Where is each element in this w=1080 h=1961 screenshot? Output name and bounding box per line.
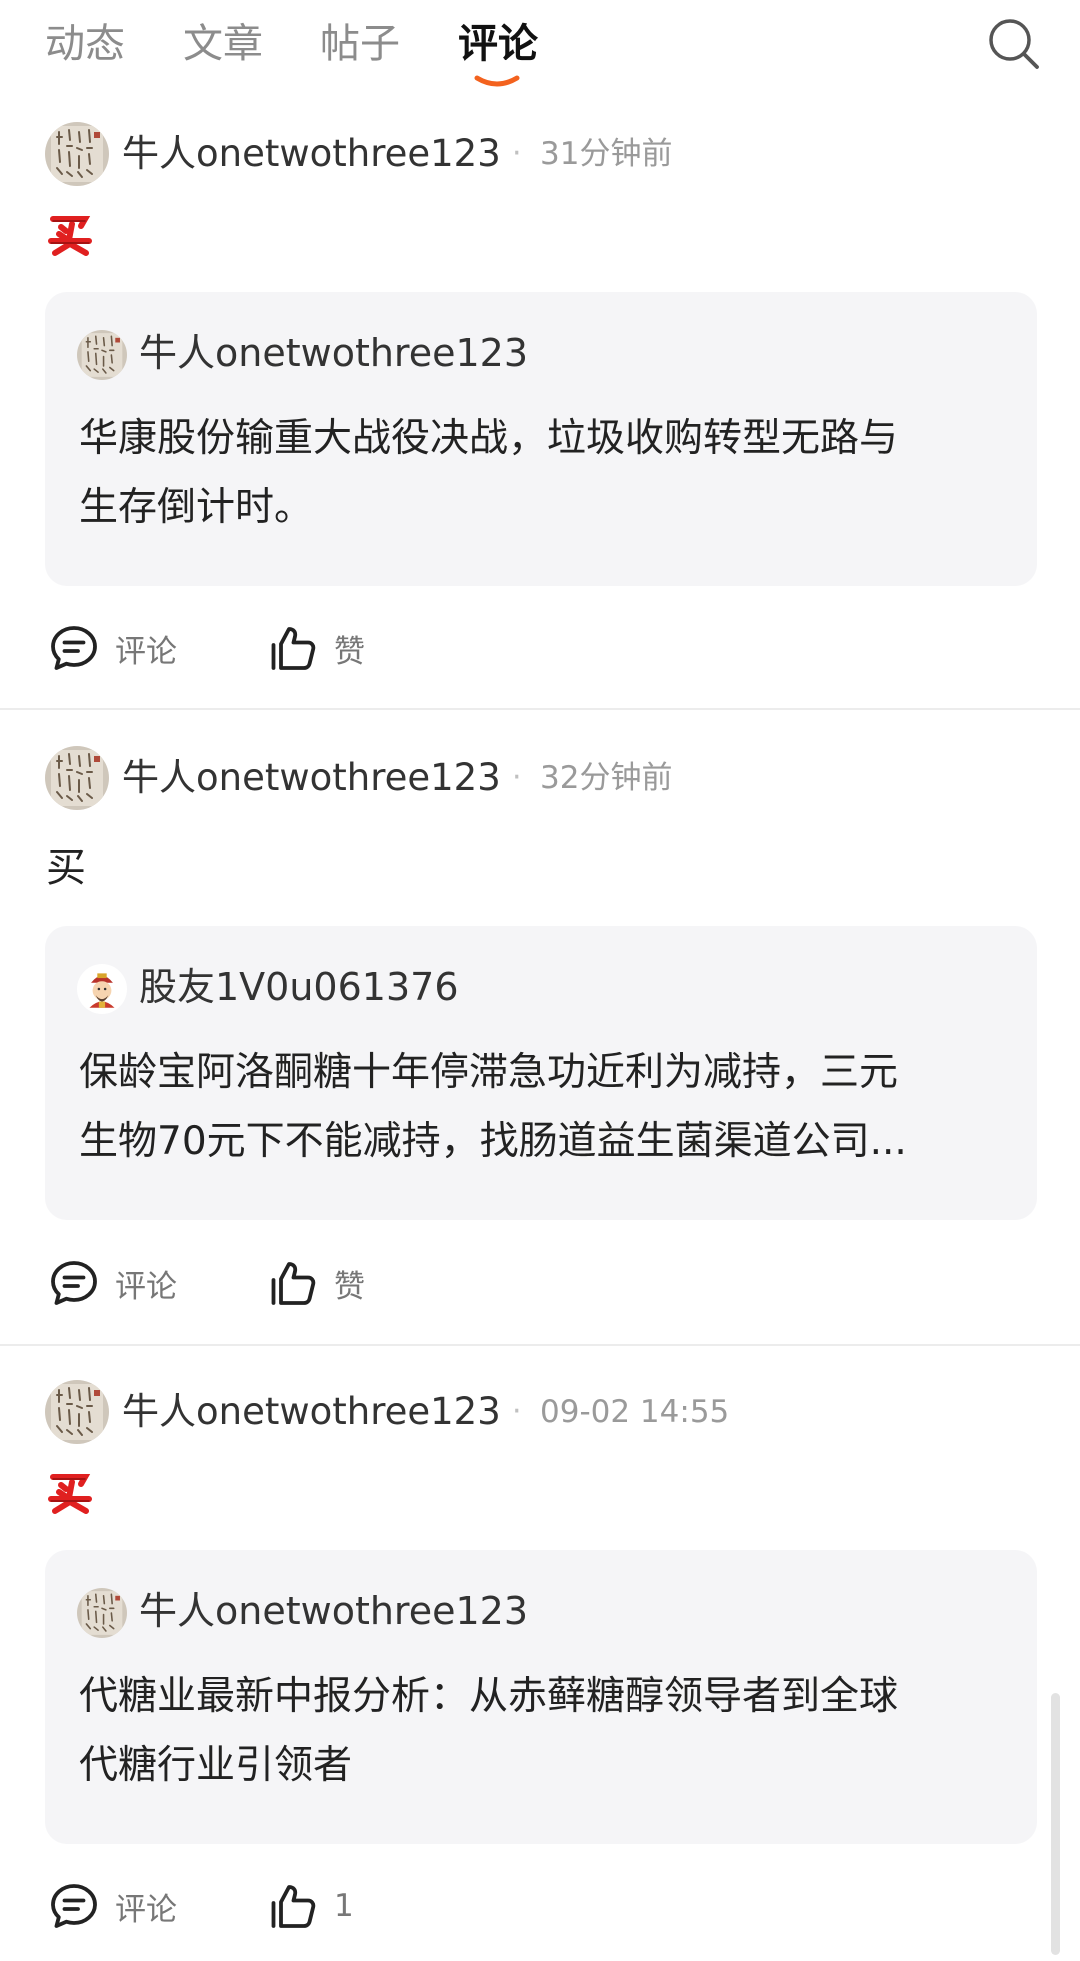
divider (0, 708, 1080, 710)
quoted-author-name: 牛人onetwothree123 (139, 331, 528, 375)
separator-dot: · (512, 1394, 522, 1429)
timestamp: 32分钟前 (540, 760, 673, 796)
quoted-author-name: 股友1V0u061376 (139, 965, 459, 1009)
quoted-text-line: 代糖行业引领者 (79, 1743, 353, 1788)
like-button[interactable]: 1 (268, 1876, 354, 1936)
scrollbar-thumb[interactable] (1051, 1693, 1060, 1955)
avatar[interactable] (45, 1380, 109, 1444)
quoted-author-avatar (77, 330, 127, 380)
top-tab-bar: 动态 文章 帖子 评论 (0, 0, 1080, 100)
tab-comments[interactable]: 评论 (458, 16, 538, 72)
like-label: 赞 (334, 1268, 365, 1305)
quoted-author-avatar (77, 964, 127, 1014)
tab-articles[interactable]: 文章 (183, 16, 263, 72)
timestamp: 09-02 14:55 (540, 1394, 730, 1430)
quoted-text-line: 保龄宝阿洛酮糖十年停滞急功近利为减持，三元 (79, 1050, 899, 1095)
like-button[interactable]: 赞 (268, 618, 365, 678)
quoted-text-line: 生存倒计时。 (79, 485, 314, 530)
comment-label: 评论 (115, 1268, 177, 1305)
like-count: 1 (334, 1888, 354, 1924)
comment-icon (49, 623, 99, 673)
like-label: 赞 (334, 633, 365, 670)
comment-icon (49, 1881, 99, 1931)
quoted-post-text: 华康股份输重大战役决战，垃圾收购转型无路与 生存倒计时。 (79, 404, 1009, 542)
quoted-author-avatar (77, 1588, 127, 1638)
search-icon[interactable] (986, 16, 1042, 72)
quoted-post[interactable]: 牛人onetwothree123 华康股份输重大战役决战，垃圾收购转型无路与 生… (45, 292, 1037, 586)
comment-button[interactable]: 评论 (49, 1876, 177, 1936)
comment-button[interactable]: 评论 (49, 618, 177, 678)
quoted-author-name: 牛人onetwothree123 (139, 1589, 528, 1633)
quoted-post[interactable]: 股友1V0u061376 保龄宝阿洛酮糖十年停滞急功近利为减持，三元 生物70元… (45, 926, 1037, 1220)
tab-dynamics[interactable]: 动态 (45, 16, 125, 72)
like-button[interactable]: 赞 (268, 1253, 365, 1313)
quoted-text-line: 代糖业最新中报分析：从赤藓糖醇领导者到全球 (79, 1674, 899, 1719)
comment-label: 评论 (115, 633, 177, 670)
buy-emoji-icon (48, 212, 92, 256)
quoted-post-text: 保龄宝阿洛酮糖十年停滞急功近利为减持，三元 生物70元下不能减持，找肠道益生菌渠… (79, 1038, 1009, 1176)
thumbs-up-icon (268, 1881, 318, 1931)
quoted-text-line: 生物70元下不能减持，找肠道益生菌渠道公司... (79, 1119, 907, 1164)
separator-dot: · (512, 136, 522, 171)
author-name[interactable]: 牛人onetwothree123 (122, 752, 501, 804)
quoted-text-line: 华康股份输重大战役决战，垃圾收购转型无路与 (79, 416, 899, 461)
author-name[interactable]: 牛人onetwothree123 (122, 1386, 501, 1438)
timestamp: 31分钟前 (540, 136, 673, 172)
tab-posts[interactable]: 帖子 (320, 16, 400, 72)
avatar[interactable] (45, 746, 109, 810)
quoted-post[interactable]: 牛人onetwothree123 代糖业最新中报分析：从赤藓糖醇领导者到全球 代… (45, 1550, 1037, 1844)
divider (0, 1344, 1080, 1346)
separator-dot: · (512, 760, 522, 795)
author-name[interactable]: 牛人onetwothree123 (122, 128, 501, 180)
quoted-post-text: 代糖业最新中报分析：从赤藓糖醇领导者到全球 代糖行业引领者 (79, 1662, 1009, 1800)
comment-body: 买 (46, 845, 86, 891)
comment-label: 评论 (115, 1891, 177, 1928)
comment-icon (49, 1258, 99, 1308)
thumbs-up-icon (268, 1258, 318, 1308)
active-tab-indicator (474, 75, 520, 87)
comment-button[interactable]: 评论 (49, 1253, 177, 1313)
buy-emoji-icon (48, 1470, 92, 1514)
avatar[interactable] (45, 122, 109, 186)
thumbs-up-icon (268, 623, 318, 673)
